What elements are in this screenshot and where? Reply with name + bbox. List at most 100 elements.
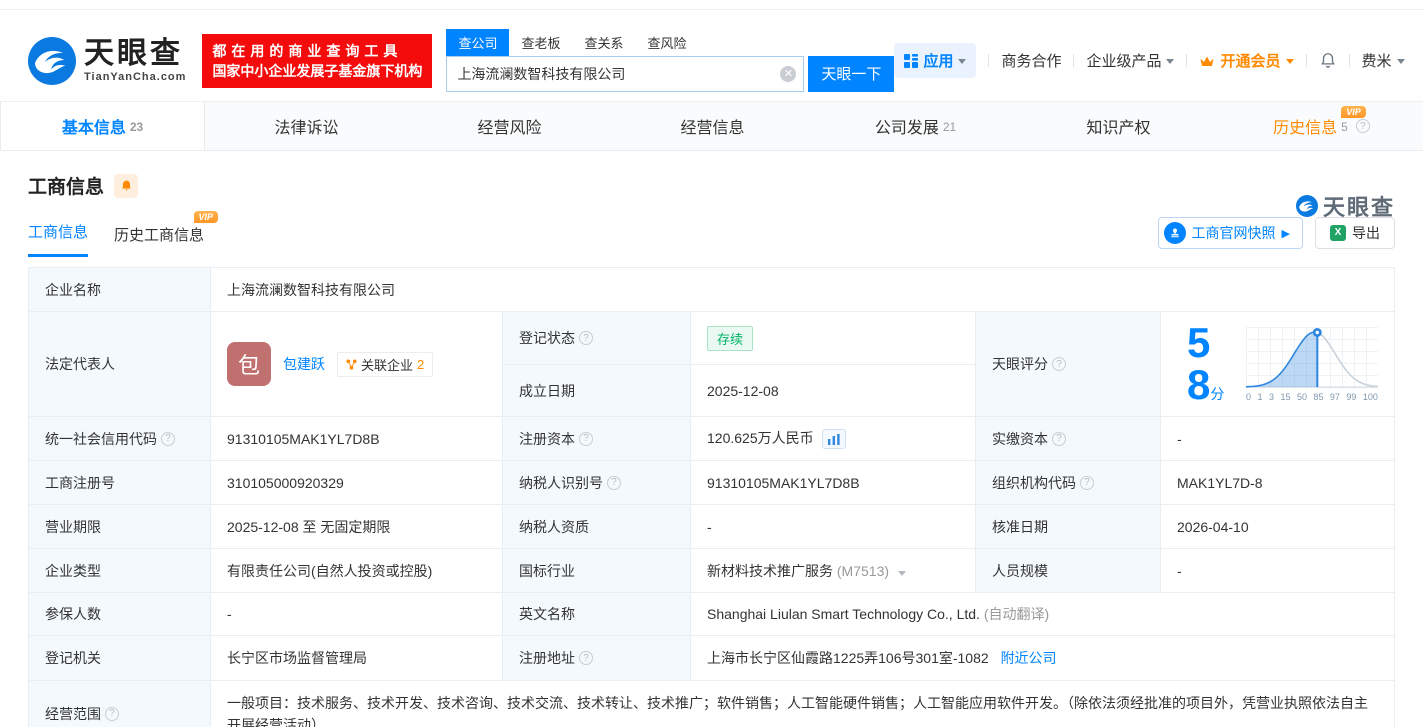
help-icon[interactable]: ? — [1356, 119, 1370, 133]
watermark-text: 天眼查 — [1323, 190, 1395, 222]
score-cell[interactable]: 58分 — [1161, 312, 1395, 417]
tab-company-development[interactable]: 公司发展21 — [814, 102, 1017, 150]
legal-rep-cell: 包 包建跃 关联企业 2 — [211, 312, 503, 417]
reg-authority-value: 长宁区市场监督管理局 — [211, 636, 503, 681]
subtab-business-info[interactable]: 工商信息 — [28, 221, 88, 257]
chevron-down-icon[interactable] — [898, 571, 906, 576]
help-icon[interactable]: ? — [1052, 432, 1066, 446]
business-info-table: 企业名称 上海流澜数智科技有限公司 法定代表人 包 包建跃 关联企业 2 — [28, 267, 1395, 727]
nav-cooperation[interactable]: 商务合作 — [1001, 50, 1061, 71]
field-label: 组织机构代码? — [976, 461, 1161, 505]
tab-label: 知识产权 — [1086, 114, 1150, 138]
nav-apps[interactable]: 应用 — [894, 43, 976, 78]
search-tab-risk[interactable]: 查风险 — [635, 29, 698, 56]
tab-basic-info[interactable]: 基本信息 23 — [0, 102, 205, 150]
field-label: 工商注册号 — [29, 461, 211, 505]
reg-address-value: 上海市长宁区仙霞路1225弄106号301室-1082 — [707, 650, 989, 666]
reg-status-cell: 存续 — [691, 312, 976, 365]
tab-label: 法律诉讼 — [274, 114, 338, 138]
tab-legal[interactable]: 法律诉讼 — [205, 102, 408, 150]
divider — [1349, 54, 1350, 67]
search-tab-relation[interactable]: 查关系 — [572, 29, 635, 56]
score-distribution-chart: 0131550859799100 — [1246, 327, 1378, 402]
help-icon[interactable]: ? — [579, 331, 593, 345]
field-label: 实缴资本? — [976, 417, 1161, 461]
legal-rep-link[interactable]: 包建跃 — [283, 354, 325, 374]
status-badge: 存续 — [707, 326, 753, 351]
chevron-down-icon — [1166, 59, 1174, 64]
search-tab-boss[interactable]: 查老板 — [509, 29, 572, 56]
grid-icon — [904, 54, 918, 68]
search-button[interactable]: 天眼一下 — [808, 56, 894, 92]
crown-icon — [1199, 54, 1215, 68]
stamp-icon — [1164, 222, 1186, 244]
help-icon[interactable]: ? — [1052, 357, 1066, 371]
chevron-down-icon — [958, 59, 966, 64]
tab-history-info[interactable]: VIP 历史信息5 ? — [1220, 102, 1423, 150]
auto-translate-note: (自动翻译) — [984, 606, 1049, 622]
clear-icon[interactable]: ✕ — [780, 66, 796, 82]
bell-icon[interactable] — [1319, 51, 1337, 70]
brand-domain: TianYanCha.com — [84, 71, 186, 83]
tianyancha-logo[interactable]: 天眼查 TianYanCha.com — [28, 37, 186, 85]
nearby-companies-link[interactable]: 附近公司 — [1001, 650, 1057, 666]
snapshot-label: 工商官网快照 — [1192, 223, 1276, 243]
subscribe-bell-icon[interactable] — [114, 174, 138, 198]
field-label: 天眼评分? — [976, 312, 1161, 417]
english-name-value: Shanghai Liulan Smart Technology Co., Lt… — [707, 606, 980, 622]
watermark-logo: 天眼查 — [1296, 190, 1395, 222]
table-row: 参保人数 - 英文名称 Shanghai Liulan Smart Techno… — [29, 593, 1395, 636]
field-label: 企业类型 — [29, 549, 211, 593]
search-tab-company[interactable]: 查公司 — [446, 29, 509, 56]
official-snapshot-button[interactable]: 工商官网快照 ▶ — [1158, 217, 1303, 249]
field-label: 经营范围? — [29, 681, 211, 727]
nav-user[interactable]: 费米 — [1362, 50, 1405, 71]
tab-operation-risk[interactable]: 经营风险 — [408, 102, 611, 150]
nav-open-vip[interactable]: 开通会员 — [1199, 50, 1293, 71]
nav-apps-label: 应用 — [923, 50, 953, 71]
table-row: 登记机关 长宁区市场监督管理局 注册地址? 上海市长宁区仙霞路1225弄106号… — [29, 636, 1395, 681]
search-input[interactable] — [446, 56, 804, 92]
tab-label: 经营信息 — [680, 114, 744, 138]
tab-label: 经营风险 — [477, 114, 541, 138]
help-icon[interactable]: ? — [1080, 476, 1094, 490]
divider — [1186, 54, 1187, 67]
help-icon[interactable]: ? — [607, 476, 621, 490]
field-label: 营业期限 — [29, 505, 211, 549]
tab-count: 23 — [130, 120, 143, 134]
score-value: 58 — [1187, 319, 1210, 408]
field-label: 核准日期 — [976, 505, 1161, 549]
field-label: 英文名称 — [503, 593, 691, 636]
field-label: 登记机关 — [29, 636, 211, 681]
capital-trend-icon[interactable] — [822, 429, 846, 449]
tab-label: 基本信息 — [62, 114, 126, 138]
help-icon[interactable]: ? — [579, 651, 593, 665]
subtab-history-business-info[interactable]: VIP 历史工商信息 — [114, 224, 204, 257]
nav-enterprise[interactable]: 企业级产品 — [1086, 50, 1174, 71]
field-label: 注册地址? — [503, 636, 691, 681]
export-label: 导出 — [1352, 223, 1380, 243]
field-label: 人员规模 — [976, 549, 1161, 593]
tab-intellectual-property[interactable]: 知识产权 — [1017, 102, 1220, 150]
field-label: 纳税人资质 — [503, 505, 691, 549]
section-title: 工商信息 — [28, 172, 104, 199]
search-area: 查公司 查老板 查关系 查风险 ✕ 天眼一下 — [446, 30, 894, 92]
score-unit: 分 — [1210, 386, 1224, 402]
help-icon[interactable]: ? — [579, 432, 593, 446]
related-companies-badge[interactable]: 关联企业 2 — [337, 352, 433, 377]
avatar[interactable]: 包 — [227, 342, 271, 386]
tab-operation-info[interactable]: 经营信息 — [611, 102, 814, 150]
related-label: 关联企业 — [361, 355, 413, 374]
industry-cell[interactable]: 新材料技术推广服务 (M7513) — [691, 549, 976, 593]
business-scope-value: 一般项目：技术服务、技术开发、技术咨询、技术交流、技术转让、技术推广；软件销售；… — [211, 681, 1395, 727]
promo-line-1: 都在用的商业查询工具 — [212, 41, 422, 61]
table-row: 统一社会信用代码? 91310105MAK1YL7D8B 注册资本? 120.6… — [29, 417, 1395, 461]
vip-badge: VIP — [194, 211, 219, 223]
help-icon[interactable]: ? — [161, 432, 175, 446]
english-name-cell: Shanghai Liulan Smart Technology Co., Lt… — [691, 593, 1395, 636]
credit-code-value: 91310105MAK1YL7D8B — [211, 417, 503, 461]
help-icon[interactable]: ? — [105, 707, 119, 721]
chevron-down-icon — [1397, 59, 1405, 64]
business-term-value: 2025-12-08 至 无固定期限 — [211, 505, 503, 549]
field-label: 统一社会信用代码? — [29, 417, 211, 461]
